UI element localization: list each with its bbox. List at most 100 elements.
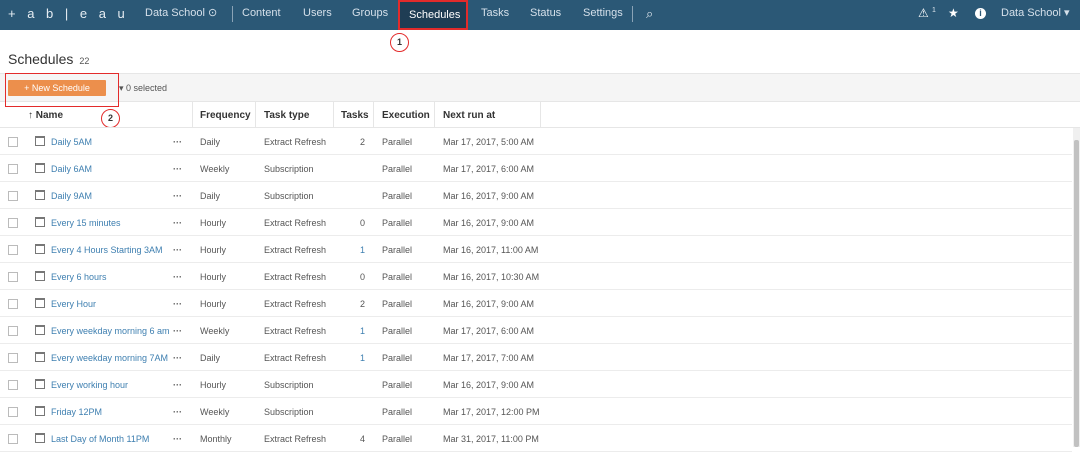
task-type: Subscription: [264, 407, 314, 417]
row-checkbox[interactable]: [8, 380, 18, 390]
site-selector[interactable]: Data School ⊙: [145, 0, 217, 30]
frequency: Weekly: [200, 164, 230, 174]
schedule-name-link[interactable]: Every 6 hours: [51, 272, 107, 282]
frequency: Hourly: [200, 380, 227, 390]
execution: Parallel: [382, 326, 413, 336]
more-actions-button[interactable]: ···: [173, 245, 182, 255]
next-run: Mar 17, 2017, 12:00 PM: [443, 407, 540, 417]
calendar-icon: [35, 244, 45, 254]
more-actions-button[interactable]: ···: [173, 164, 182, 174]
col-name[interactable]: ↑ Name: [28, 110, 63, 121]
nav-settings[interactable]: Settings: [583, 0, 623, 30]
nav-users[interactable]: Users: [303, 0, 332, 30]
next-run: Mar 17, 2017, 7:00 AM: [443, 353, 535, 363]
table-row: Last Day of Month 11PM ··· Monthly Extra…: [0, 425, 1072, 452]
nav-content[interactable]: Content: [242, 0, 281, 30]
more-actions-button[interactable]: ···: [173, 407, 182, 417]
schedule-name-link[interactable]: Friday 12PM: [51, 407, 102, 417]
task-type: Extract Refresh: [264, 245, 327, 255]
task-type: Extract Refresh: [264, 137, 327, 147]
schedule-name-link[interactable]: Daily 9AM: [51, 191, 92, 201]
execution: Parallel: [382, 191, 413, 201]
frequency: Daily: [200, 191, 221, 201]
frequency: Hourly: [200, 218, 227, 228]
schedule-name-link[interactable]: Daily 6AM: [51, 164, 92, 174]
schedule-name-link[interactable]: Every 4 Hours Starting 3AM: [51, 245, 163, 255]
task-type: Extract Refresh: [264, 218, 327, 228]
execution: Parallel: [382, 407, 413, 417]
more-actions-button[interactable]: ···: [173, 137, 182, 147]
frequency: Hourly: [200, 299, 227, 309]
table-row: Every weekday morning 6 am ··· Weekly Ex…: [0, 317, 1072, 344]
col-frequency[interactable]: Frequency: [200, 110, 251, 121]
schedule-name-link[interactable]: Last Day of Month 11PM: [51, 434, 149, 444]
alert-icon[interactable]: ⚠: [918, 0, 929, 30]
col-next-run[interactable]: Next run at: [443, 110, 495, 121]
execution: Parallel: [382, 380, 413, 390]
schedule-name-link[interactable]: Every weekday morning 7AM: [51, 353, 168, 363]
row-checkbox[interactable]: [8, 434, 18, 444]
calendar-icon: [35, 190, 45, 200]
nav-status[interactable]: Status: [530, 0, 561, 30]
star-icon[interactable]: ★: [948, 0, 959, 30]
row-checkbox[interactable]: [8, 245, 18, 255]
table-row: Friday 12PM ··· Weekly Subscription Para…: [0, 398, 1072, 425]
more-actions-button[interactable]: ···: [173, 434, 182, 444]
col-tasks[interactable]: Tasks: [341, 110, 369, 121]
more-actions-button[interactable]: ···: [173, 326, 182, 336]
row-checkbox[interactable]: [8, 272, 18, 282]
frequency: Hourly: [200, 272, 227, 282]
nav-tasks[interactable]: Tasks: [481, 0, 509, 30]
info-icon[interactable]: i: [975, 8, 986, 19]
table-row: Daily 6AM ··· Weekly Subscription Parall…: [0, 155, 1072, 182]
tableau-logo[interactable]: + a b | e a u: [8, 0, 129, 30]
row-checkbox[interactable]: [8, 299, 18, 309]
more-actions-button[interactable]: ···: [173, 353, 182, 363]
execution: Parallel: [382, 245, 413, 255]
more-actions-button[interactable]: ···: [173, 299, 182, 309]
task-count[interactable]: 1: [345, 245, 365, 255]
frequency: Hourly: [200, 245, 227, 255]
execution: Parallel: [382, 218, 413, 228]
calendar-icon: [35, 163, 45, 173]
task-type: Subscription: [264, 191, 314, 201]
next-run: Mar 16, 2017, 9:00 AM: [443, 299, 535, 309]
calendar-icon: [35, 325, 45, 335]
schedule-name-link[interactable]: Daily 5AM: [51, 137, 92, 147]
col-execution[interactable]: Execution: [382, 110, 430, 121]
row-checkbox[interactable]: [8, 137, 18, 147]
frequency: Daily: [200, 353, 221, 363]
schedule-name-link[interactable]: Every 15 minutes: [51, 218, 121, 228]
user-menu[interactable]: Data School ▾: [1001, 0, 1070, 30]
task-type: Extract Refresh: [264, 326, 327, 336]
col-task-type[interactable]: Task type: [264, 110, 309, 121]
row-checkbox[interactable]: [8, 353, 18, 363]
schedule-name-link[interactable]: Every Hour: [51, 299, 96, 309]
row-checkbox[interactable]: [8, 191, 18, 201]
task-type: Extract Refresh: [264, 272, 327, 282]
row-checkbox[interactable]: [8, 164, 18, 174]
more-actions-button[interactable]: ···: [173, 272, 182, 282]
nav-schedules[interactable]: Schedules: [398, 0, 468, 30]
row-checkbox[interactable]: [8, 218, 18, 228]
task-count[interactable]: 1: [345, 353, 365, 363]
task-type: Extract Refresh: [264, 434, 327, 444]
row-checkbox[interactable]: [8, 326, 18, 336]
selection-dropdown[interactable]: ▾ 0 selected: [119, 83, 167, 94]
task-count: 4: [359, 434, 365, 444]
row-checkbox[interactable]: [8, 407, 18, 417]
scrollbar-thumb[interactable]: [1074, 140, 1079, 447]
task-count: 0: [359, 218, 365, 228]
table-row: Every 15 minutes ··· Hourly Extract Refr…: [0, 209, 1072, 236]
more-actions-button[interactable]: ···: [173, 191, 182, 201]
nav-groups[interactable]: Groups: [352, 0, 388, 30]
table-row: Every weekday morning 7AM ··· Daily Extr…: [0, 344, 1072, 371]
more-actions-button[interactable]: ···: [173, 218, 182, 228]
schedule-name-link[interactable]: Every weekday morning 6 am: [51, 326, 170, 336]
execution: Parallel: [382, 353, 413, 363]
more-actions-button[interactable]: ···: [173, 380, 182, 390]
task-count[interactable]: 1: [345, 326, 365, 336]
page-title: Schedules 22: [8, 51, 89, 67]
schedule-name-link[interactable]: Every working hour: [51, 380, 128, 390]
search-icon[interactable]: ⌕: [646, 0, 653, 30]
